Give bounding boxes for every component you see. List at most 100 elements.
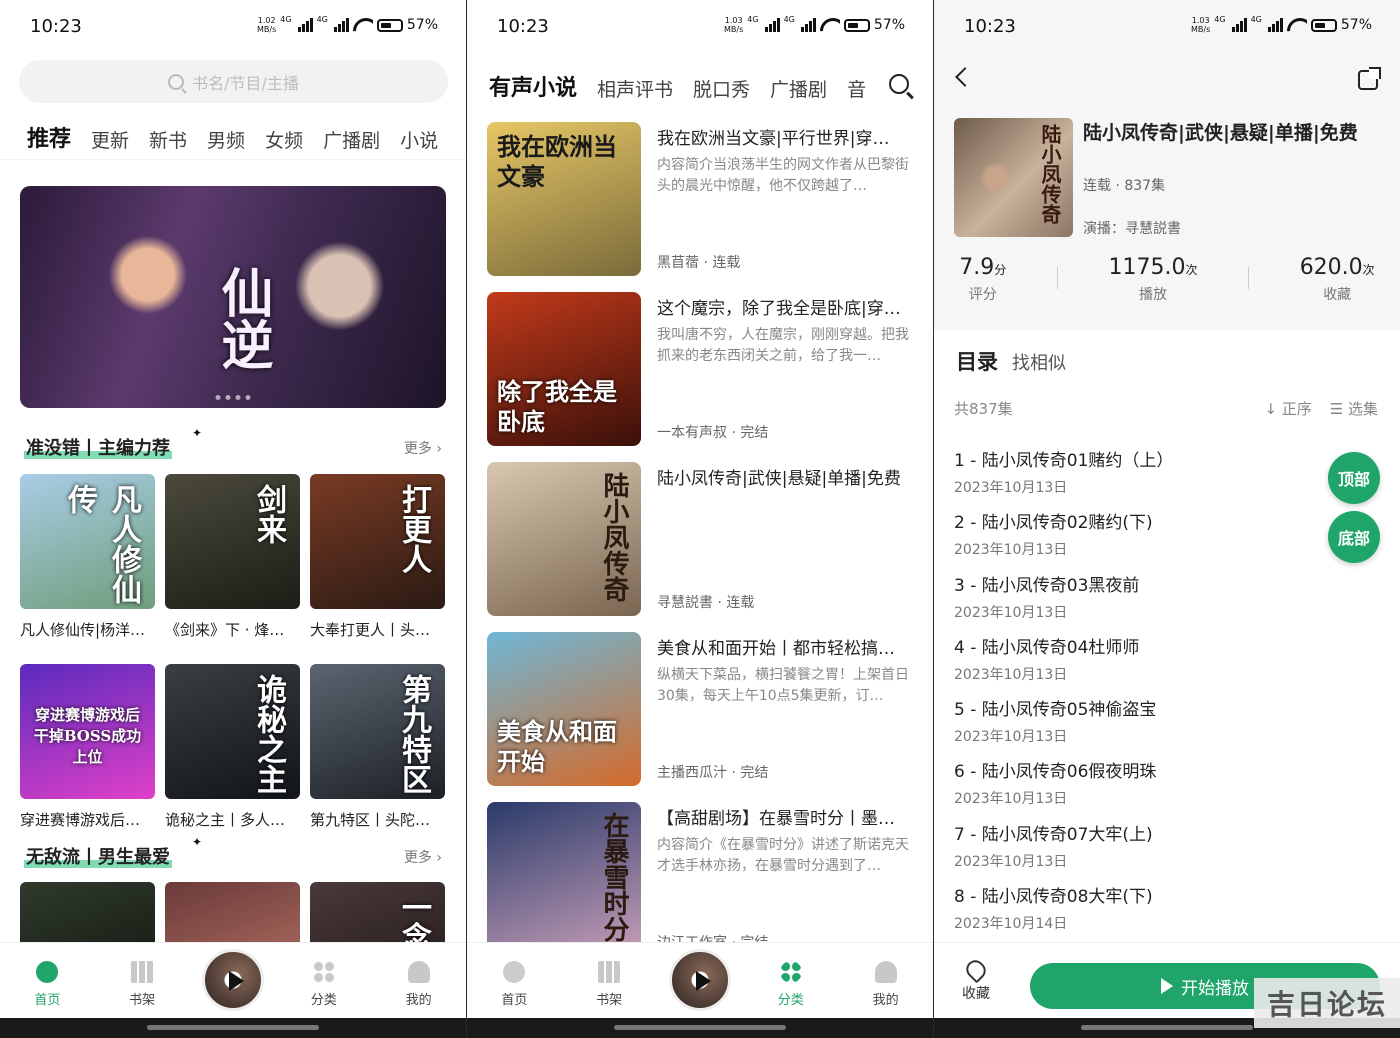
player-icon[interactable] [201, 949, 264, 1011]
book-title: 【高甜剧场】在暴雪时分丨墨… [657, 809, 895, 829]
book-meta: 主播西瓜汁 · 完结 [657, 762, 768, 782]
episode-item[interactable]: 4 - 陆小凤传奇04杜师师 2023年10月13日 [954, 633, 1380, 695]
tab-2[interactable]: 新书 [149, 126, 187, 153]
network-type: 4G [280, 14, 292, 24]
battery-icon [843, 18, 870, 32]
favorite-button[interactable]: 收藏 [962, 956, 990, 1003]
search-icon[interactable] [889, 74, 909, 94]
episode-item[interactable]: 7 - 陆小凤传奇07大牢(上) 2023年10月13日 [954, 820, 1380, 882]
book-cover: 在暴雪时分 [487, 802, 641, 956]
meta-separator: · [727, 425, 741, 441]
nav-item-3[interactable]: 分类 [289, 957, 359, 1008]
list-item[interactable]: 除了我全是卧底 这个魔宗，除了我全是卧底|穿… 我叫唐不穷，人在魔宗，刚刚穿越。把我… [487, 292, 913, 462]
nav-item-4[interactable]: 我的 [384, 957, 454, 1008]
book-status: 连载 · 837集 [1083, 178, 1166, 194]
book-status: 连载 [712, 255, 741, 271]
stat-unit: 次 [1185, 263, 1198, 277]
nav-item-1[interactable]: 书架 [107, 957, 177, 1008]
tab-4[interactable]: 女频 [265, 126, 303, 153]
sort-button[interactable]: ↓ 正序 [1264, 398, 1311, 419]
nav-item-0[interactable]: 首页 [12, 957, 82, 1008]
cover-text: 陆小凤传奇 [599, 472, 629, 602]
book-description: 我叫唐不穷，人在魔宗，刚刚穿越。把我抓来的老东西闭关之前，给了我一… [657, 327, 909, 364]
tab-catalog[interactable]: 目录 [956, 346, 998, 376]
book-card[interactable]: 打更人 大奉打更人丨头… [310, 474, 445, 640]
banner[interactable]: 仙逆 [20, 186, 446, 408]
select-episodes-button[interactable]: ☰ 选集 [1330, 398, 1378, 419]
tab-similar[interactable]: 找相似 [1012, 349, 1066, 375]
stat-label: 收藏 [1323, 287, 1352, 303]
nav-item-3[interactable]: 分类 [756, 957, 826, 1008]
more-link[interactable]: 更多 › [404, 847, 442, 867]
episode-item[interactable]: 3 - 陆小凤传奇03黑夜前 2023年10月13日 [954, 571, 1380, 633]
book-card[interactable]: 诡秘之主 诡秘之主丨多人… [165, 664, 300, 830]
player-icon[interactable] [668, 949, 731, 1011]
episode-title: 8 - 陆小凤传奇08大牢(下) [954, 887, 1153, 908]
share-icon[interactable] [1358, 67, 1381, 90]
list-item-info: 这个魔宗，除了我全是卧底|穿… 我叫唐不穷，人在魔宗，刚刚穿越。把我抓来的老东西闭… [657, 292, 913, 462]
status-time: 10:23 [30, 16, 82, 37]
signal-icon [333, 18, 349, 32]
book-author: 一本有声叔 [657, 425, 727, 441]
book-cover: 第九特区 [310, 664, 445, 799]
stats-row: 7.9分 评分 1175.0次 播放 620.0次 收藏 [934, 255, 1400, 304]
book-card[interactable]: 剑来 《剑来》下 · 烽… [165, 474, 300, 640]
nav-item-4[interactable]: 我的 [851, 957, 921, 1008]
tab-1[interactable]: 更新 [91, 126, 129, 153]
status-bar: 10:23 1.03 MB/s 4G 4G 57% [467, 0, 933, 54]
episode-date: 2023年10月13日 [954, 542, 1068, 559]
list-item-info: 陆小凤传奇|武侠|悬疑|单播|免费 寻慧説書 · 连载 [657, 462, 913, 632]
episode-item[interactable]: 1 - 陆小凤传奇01赌约（上） 2023年10月13日 [954, 446, 1380, 508]
book-description: 纵横天下菜品，横扫饕餮之胃！上架首日30集，每天上午10点5集更新，订… [657, 667, 909, 704]
list-item[interactable]: 美食从和面开始 美食从和面开始丨都市轻松搞… 纵横天下菜品，横扫饕餮之胃！上架首日3… [487, 632, 913, 802]
more-link[interactable]: 更多 › [404, 438, 442, 458]
back-icon[interactable] [955, 67, 975, 87]
play-icon [1161, 978, 1173, 994]
book-card[interactable]: 凡人修仙传 凡人修仙传|杨洋… [20, 474, 155, 640]
episode-item[interactable]: 6 - 陆小凤传奇06假夜明珠 2023年10月13日 [954, 757, 1380, 819]
tab-1[interactable]: 相声评书 [597, 75, 673, 102]
sparkle-icon: ✦ [192, 426, 203, 440]
banner-title: 仙逆 [212, 266, 273, 370]
scroll-top-button[interactable]: 顶部 [1328, 452, 1380, 504]
episode-item[interactable]: 5 - 陆小凤传奇05神偷盗宝 2023年10月13日 [954, 695, 1380, 757]
user-icon [874, 961, 897, 983]
search-bar[interactable]: 书名/节目/主播 [19, 60, 448, 103]
book-author: 主播西瓜汁 [657, 765, 727, 781]
scroll-bottom-button[interactable]: 底部 [1328, 511, 1380, 563]
book-description: 内容简介《在暴雪时分》讲述了斯诺克天才选手林亦扬，在暴雪时分遇到了… [657, 837, 909, 874]
tab-0[interactable]: 有声小说 [489, 70, 577, 102]
battery-percent: 57% [873, 17, 905, 33]
episode-item[interactable]: 8 - 陆小凤传奇08大牢(下) 2023年10月14日 [954, 882, 1380, 944]
episode-item[interactable]: 2 - 陆小凤传奇02赌约(下) 2023年10月13日 [954, 508, 1380, 570]
search-placeholder: 书名/节目/主播 [192, 73, 299, 93]
nav-label: 书架 [129, 993, 156, 1008]
book-cover: 凡人修仙传 [20, 474, 155, 609]
tab-5[interactable]: 广播剧 [323, 126, 380, 153]
tab-6[interactable]: 小说 [400, 126, 438, 153]
tab-0[interactable]: 推荐 [27, 126, 71, 153]
meta-separator: · [727, 765, 741, 781]
narrator[interactable]: 演播：寻慧説書 [1083, 218, 1181, 238]
list-item-info: 美食从和面开始丨都市轻松搞… 纵横天下菜品，横扫饕餮之胃！上架首日30集，每天上午… [657, 632, 913, 802]
section-title: 准没错丨主编力荐 [24, 438, 172, 459]
list-item[interactable]: 我在欧洲当文豪 我在欧洲当文豪|平行世界|穿… 内容简介当浪荡半生的网文作者从巴黎街… [487, 122, 913, 292]
nav-label: 分类 [310, 993, 337, 1008]
list-item[interactable]: 陆小凤传奇 陆小凤传奇|武侠|悬疑|单播|免费 寻慧説書 · 连载 [487, 462, 913, 632]
section-header: 准没错丨主编力荐 ✦ 更多 › [24, 426, 442, 462]
book-card[interactable]: 穿进赛博游戏后干掉BOSS成功上位 穿进赛博游戏后… [20, 664, 155, 830]
book-card[interactable]: 第九特区 第九特区丨头陀… [310, 664, 445, 830]
episode-list: 1 - 陆小凤传奇01赌约（上） 2023年10月13日 2 - 陆小凤传奇02赌约… [954, 446, 1380, 944]
nav-item-1[interactable]: 书架 [574, 957, 644, 1008]
tab-3[interactable]: 男频 [207, 126, 245, 153]
search-icon [168, 73, 185, 90]
nav-label: 分类 [777, 993, 804, 1008]
tab-3[interactable]: 广播剧 [770, 75, 827, 102]
tab-4[interactable]: 音 [847, 75, 866, 102]
episode-title: 6 - 陆小凤传奇06假夜明珠 [954, 762, 1157, 783]
book-cover: 我在欧洲当文豪 [487, 122, 641, 276]
home-icon [36, 961, 59, 983]
tab-2[interactable]: 脱口秀 [693, 75, 750, 102]
cover-text: 凡人修仙传 [62, 484, 141, 604]
nav-item-0[interactable]: 首页 [479, 957, 549, 1008]
